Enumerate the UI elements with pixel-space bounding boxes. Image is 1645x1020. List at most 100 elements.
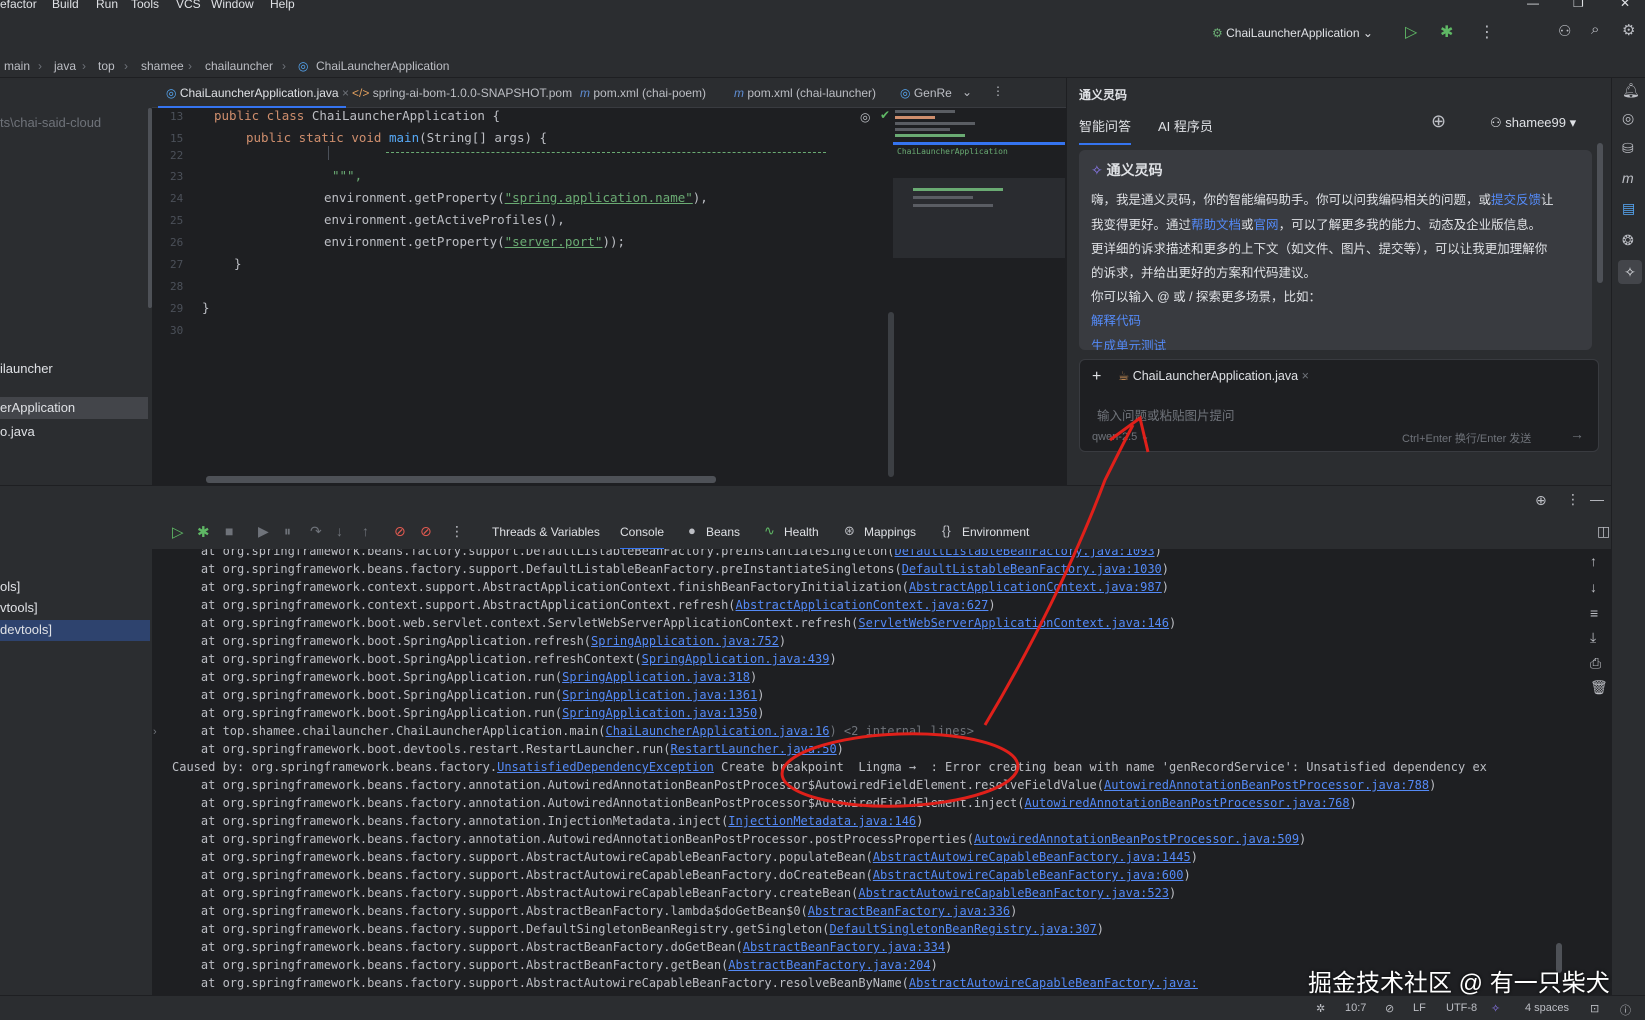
close-window-icon[interactable]: ✕ (1620, 0, 1630, 10)
console-source-link[interactable]: AbstractAutowireCapableBeanFactory.java: (909, 976, 1198, 990)
console-source-link[interactable]: DefaultListableBeanFactory.java:1030 (902, 562, 1162, 576)
chat-input-placeholder[interactable]: 输入问题或粘贴图片提问 (1097, 405, 1235, 424)
frame-item-selected[interactable]: devtools] (0, 620, 150, 641)
add-context-icon[interactable]: + (1092, 368, 1101, 386)
debug-toolbar-more-icon[interactable]: ⋮ (450, 523, 464, 540)
target-icon[interactable]: ⊕ (1535, 492, 1547, 509)
expand-icon[interactable]: › (153, 726, 157, 738)
frame-item[interactable]: ols] (0, 579, 20, 594)
menu-vcs[interactable]: VCS (176, 0, 201, 11)
console-source-link[interactable]: SpringApplication.java:318 (562, 670, 750, 684)
clear-console-icon[interactable]: 🗑︎ (1590, 679, 1608, 696)
lingma-icon[interactable]: ✧ (1618, 260, 1642, 284)
breadcrumb-java[interactable]: java (54, 59, 76, 73)
close-tab-icon[interactable]: × (342, 86, 349, 100)
console-source-link[interactable]: DefaultSingletonBeanRegistry.java:307 (829, 922, 1096, 936)
scroll-to-end-icon[interactable]: ⤓ (1590, 629, 1596, 646)
console-source-link[interactable]: InjectionMetadata.java:146 (728, 814, 916, 828)
breadcrumb-top[interactable]: top (98, 59, 115, 73)
mute-breakpoints-icon[interactable]: ⊘ (420, 523, 432, 540)
plugin-icon[interactable]: ❂ (1622, 232, 1634, 249)
breadcrumb-main[interactable]: main (4, 59, 30, 73)
menu-tools[interactable]: Tools (131, 0, 159, 11)
chat-scrollbar[interactable] (1597, 143, 1603, 283)
layout-icon[interactable]: ◫ (1597, 523, 1610, 540)
tab-pom-chai-launcher[interactable]: m pom.xml (chai-launcher) (734, 78, 876, 108)
code-minimap[interactable]: ChaiLauncherApplication (893, 108, 1065, 258)
console-source-link[interactable]: AbstractBeanFactory.java:204 (728, 958, 930, 972)
tab-health[interactable]: Health (784, 525, 819, 539)
feedback-link[interactable]: 提交反馈 (1491, 193, 1541, 207)
tab-environment[interactable]: Environment (962, 525, 1029, 539)
model-selector[interactable]: qwen-2.5 ⌄ (1092, 430, 1150, 443)
readonly-lock-icon[interactable]: ⊡ (1590, 1002, 1599, 1015)
account-icon[interactable]: ⚇ (1558, 22, 1571, 40)
suggestion-explain-code[interactable]: 解释代码 (1091, 310, 1141, 329)
resume-icon[interactable]: ▶ (258, 523, 269, 540)
menu-window[interactable]: Window (211, 0, 254, 11)
tab-console[interactable]: Console (620, 525, 665, 550)
indent-setting[interactable]: 4 spaces (1525, 1002, 1569, 1014)
tree-item-selected[interactable]: erApplication (0, 397, 148, 419)
maximize-icon[interactable]: ❐ (1573, 0, 1584, 10)
caret-position[interactable]: 10:7 (1345, 1002, 1366, 1014)
debug-icon[interactable]: ✱ (1440, 22, 1453, 42)
tab-threads-variables[interactable]: Threads & Variables (492, 525, 600, 539)
console-source-link[interactable]: SpringApplication.java:752 (591, 634, 779, 648)
hide-panel-icon[interactable]: — (1590, 491, 1604, 507)
console-source-link[interactable]: AutowiredAnnotationBeanPostProcessor.jav… (1025, 796, 1350, 810)
chat-input-box[interactable]: + ☕ ChaiLauncherApplication.java × 输入问题或… (1079, 359, 1599, 452)
menu-run[interactable]: Run (96, 0, 118, 11)
console-source-link[interactable]: UnsatisfiedDependencyException (497, 760, 714, 774)
tabs-more-icon[interactable]: ⋮ (992, 84, 1004, 98)
help-docs-link[interactable]: 帮助文档 (1191, 218, 1241, 232)
debug-more-icon[interactable]: ⋮ (1566, 491, 1580, 508)
tab-smart-qa[interactable]: 智能问答 (1079, 116, 1132, 145)
soft-wrap-icon[interactable]: ≡ (1590, 605, 1598, 621)
console-source-link[interactable]: AbstractBeanFactory.java:336 (808, 904, 1010, 918)
line-separator[interactable]: LF (1413, 1002, 1426, 1014)
new-chat-icon[interactable]: ⊕ (1431, 111, 1446, 132)
console-source-link[interactable]: ServletWebServerApplicationContext.java:… (858, 616, 1169, 630)
tabs-dropdown-icon[interactable]: ⌄ (962, 85, 972, 99)
official-site-link[interactable]: 官网 (1254, 218, 1279, 232)
console-source-link[interactable]: ChaiLauncherApplication.java:16 (605, 724, 829, 738)
console-source-link[interactable]: SpringApplication.java:439 (642, 652, 830, 666)
ai-assistant-icon[interactable]: ◎ (1622, 110, 1634, 127)
tree-item-file[interactable]: o.java (0, 424, 35, 439)
tab-mappings[interactable]: Mappings (864, 525, 916, 539)
tab-beans[interactable]: Beans (706, 525, 740, 539)
git-icon[interactable]: ✲ (1316, 1002, 1325, 1015)
info-icon[interactable]: ⓘ (1620, 1002, 1631, 1018)
breadcrumb-shamee[interactable]: shamee (141, 59, 184, 73)
console-source-link[interactable]: SpringApplication.java:1361 (562, 688, 757, 702)
step-into-icon[interactable]: ↓ (336, 523, 343, 539)
lingma-status-icon[interactable]: ✧ (1491, 1002, 1500, 1015)
console-source-link[interactable]: AbstractBeanFactory.java:334 (743, 940, 945, 954)
menu-help[interactable]: Help (270, 0, 295, 11)
search-icon[interactable]: ⌕ (1591, 21, 1599, 38)
more-actions-icon[interactable]: ⋮ (1479, 22, 1495, 42)
tab-chailauncherapplication[interactable]: ◎ ChaiLauncherApplication.java × (158, 78, 349, 108)
console-output[interactable]: at org.springframework.beans.factory.sup… (162, 549, 1582, 995)
rerun-icon[interactable]: ▷ (172, 523, 184, 541)
console-source-link[interactable]: AbstractApplicationContext.java:987 (909, 580, 1162, 594)
view-breakpoints-icon[interactable]: ⊘ (394, 523, 406, 540)
tab-pom-chai-poem[interactable]: m pom.xml (chai-poem) (580, 78, 706, 108)
console-source-link[interactable]: DefaultListableBeanFactory.java:1093 (894, 549, 1154, 558)
context-chip[interactable]: ☕ ChaiLauncherApplication.java × (1118, 368, 1309, 383)
pause-icon[interactable]: ⏸ (284, 523, 291, 540)
database-icon[interactable]: ⛁ (1622, 140, 1634, 157)
console-source-link[interactable]: AbstractAutowireCapableBeanFactory.java:… (873, 850, 1191, 864)
tab-genre[interactable]: ◎ GenRe (900, 78, 952, 108)
step-out-icon[interactable]: ↑ (362, 523, 369, 539)
menu-build[interactable]: Build (52, 0, 79, 11)
print-icon[interactable]: ⎙ (1590, 655, 1601, 672)
editor-horizontal-scrollbar[interactable] (206, 476, 716, 483)
breadcrumb-chailauncher[interactable]: chailauncher (205, 59, 273, 73)
tree-item-package[interactable]: ilauncher (0, 361, 53, 376)
remove-context-icon[interactable]: × (1302, 369, 1309, 383)
console-source-link[interactable]: RestartLauncher.java:50 (671, 742, 837, 756)
breadcrumb-class[interactable]: ChaiLauncherApplication (316, 59, 449, 73)
suggestion-generate-tests[interactable]: 生成单元测试 (1091, 335, 1166, 350)
